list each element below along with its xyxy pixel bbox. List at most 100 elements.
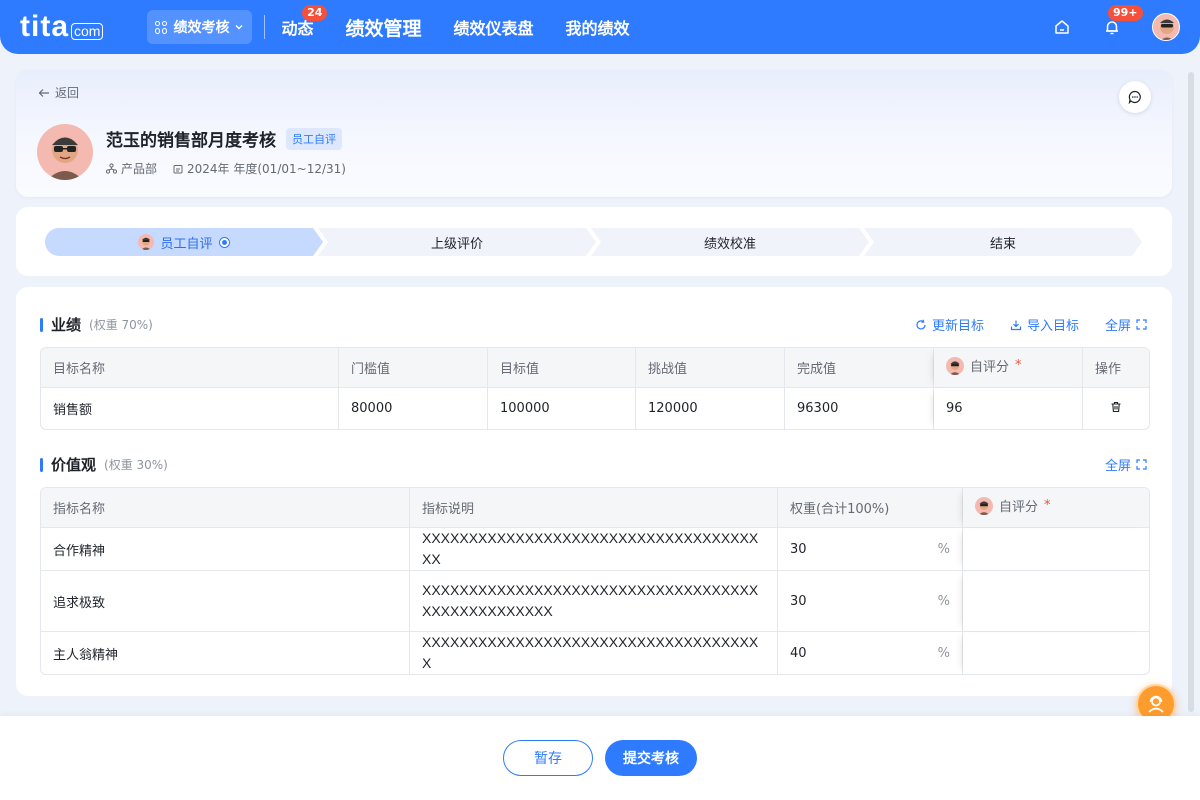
target-cell: 100000 — [488, 388, 636, 429]
home-button[interactable] — [1052, 17, 1072, 37]
notification-button[interactable]: 99+ — [1102, 5, 1143, 37]
review-steps: 员工自评 上级评价 绩效校准 结束 — [45, 228, 1142, 256]
import-goals-label: 导入目标 — [1026, 319, 1079, 334]
fullscreen-icon — [1136, 319, 1147, 330]
column-header-indicator-desc: 指标说明 — [410, 488, 778, 528]
page-scrollbar[interactable] — [1188, 72, 1194, 712]
column-header-challenge: 挑战值 — [636, 348, 785, 388]
current-step-indicator-icon — [219, 237, 230, 248]
self-score-input[interactable] — [963, 632, 1149, 674]
indicator-name-cell: 合作精神 — [41, 528, 410, 571]
calendar-icon — [173, 164, 183, 173]
table-row: 合作精神 XXXXXXXXXXXXXXXXXXXXXXXXXXXXXXXXXXX… — [41, 528, 1149, 571]
logo-main-text: tita — [20, 10, 69, 43]
weight-input[interactable]: 30% — [778, 528, 963, 571]
self-score-header-label: 自评分 — [970, 360, 1010, 376]
weight-input[interactable]: 40% — [778, 632, 963, 674]
self-score-input[interactable] — [963, 571, 1149, 632]
notification-count-badge: 99+ — [1108, 5, 1143, 21]
import-icon — [1010, 320, 1022, 330]
indicator-desc-cell: XXXXXXXXXXXXXXXXXXXXXXXXXXXXXXXXXXXXXXXX… — [410, 571, 778, 632]
module-switcher[interactable]: 绩效考核 — [147, 10, 253, 44]
self-score-input[interactable]: 96 — [934, 388, 1083, 429]
section-accent-bar — [40, 457, 43, 472]
tita-logo[interactable]: tita com — [20, 10, 104, 44]
review-progress-card: 员工自评 上级评价 绩效校准 结束 — [16, 207, 1172, 276]
self-score-input[interactable] — [963, 528, 1149, 571]
step-calibration[interactable]: 绩效校准 — [591, 228, 869, 256]
performance-goals-table: 目标名称 门槛值 目标值 挑战值 完成值 自评分 * 操作 销售额 80000 1… — [40, 347, 1150, 430]
back-link-label: 返回 — [55, 86, 80, 100]
table-row: 销售额 80000 100000 120000 96300 96 — [41, 388, 1149, 429]
step-self-review-label: 员工自评 — [160, 236, 213, 252]
indicator-desc-cell: XXXXXXXXXXXXXXXXXXXXXXXXXXXXXXXXXXXXX — [410, 632, 778, 674]
performance-fullscreen-button[interactable]: 全屏 — [1105, 315, 1147, 334]
avatar — [946, 356, 964, 375]
nav-item-feed-label: 动态 — [281, 19, 314, 38]
self-score-header: 自评分 * — [975, 496, 1051, 515]
required-marker: * — [1044, 498, 1051, 514]
user-avatar[interactable] — [1152, 13, 1180, 41]
threshold-cell: 80000 — [339, 388, 488, 429]
comments-button[interactable] — [1119, 81, 1151, 113]
weight-input[interactable]: 30% — [778, 571, 963, 632]
values-fullscreen-button[interactable]: 全屏 — [1105, 455, 1147, 474]
performance-section-weight: (权重 70%) — [89, 318, 153, 332]
submit-review-button[interactable]: 提交考核 — [605, 740, 697, 776]
required-marker: * — [1015, 358, 1022, 374]
employee-avatar — [37, 124, 93, 180]
step-avatar — [138, 234, 154, 250]
back-link[interactable]: 返回 — [38, 84, 79, 101]
chevron-down-icon — [235, 25, 243, 30]
column-header-threshold: 门槛值 — [339, 348, 488, 388]
avatar-illustration-icon — [978, 500, 990, 515]
nav-divider — [264, 15, 266, 39]
avatar — [975, 496, 993, 515]
table-header-row: 指标名称 指标说明 权重(合计100%) 自评分 * — [41, 488, 1149, 528]
table-header-row: 目标名称 门槛值 目标值 挑战值 完成值 自评分 * 操作 — [41, 348, 1149, 388]
percent-unit: % — [937, 541, 950, 557]
review-header-card: 返回 范玉的销售部月度考核 员工自评 产品部 2024年 年度(01/01~12… — [16, 70, 1172, 197]
refresh-goals-button[interactable]: 更新目标 — [915, 315, 984, 334]
refresh-goals-label: 更新目标 — [931, 319, 984, 334]
review-title-row: 范玉的销售部月度考核 员工自评 — [106, 126, 342, 151]
nav-item-performance-dashboard[interactable]: 绩效仪表盘 — [453, 15, 533, 39]
values-table: 指标名称 指标说明 权重(合计100%) 自评分 * 合作精神 XXXXXXXXX… — [40, 487, 1150, 675]
step-end[interactable]: 结束 — [864, 228, 1142, 256]
department-info: 产品部 — [106, 160, 157, 177]
import-goals-button[interactable]: 导入目标 — [1010, 315, 1079, 334]
column-header-actions: 操作 — [1083, 348, 1149, 388]
org-structure-icon — [106, 163, 117, 174]
percent-unit: % — [937, 593, 950, 609]
table-row: 追求极致 XXXXXXXXXXXXXXXXXXXXXXXXXXXXXXXXXXX… — [41, 571, 1149, 632]
goal-name-cell: 销售额 — [41, 388, 339, 429]
trash-icon[interactable] — [1110, 401, 1122, 413]
feed-count-badge: 24 — [302, 5, 328, 21]
percent-unit: % — [937, 645, 950, 661]
challenge-cell: 120000 — [636, 388, 785, 429]
logo-sub-text: com — [71, 23, 104, 40]
values-section-actions: 全屏 — [1105, 455, 1147, 474]
step-self-review[interactable]: 员工自评 — [45, 228, 323, 256]
column-header-weight: 权重(合计100%) — [778, 488, 963, 528]
step-manager-review[interactable]: 上级评价 — [318, 228, 596, 256]
row-actions-cell — [1083, 388, 1149, 429]
avatar-illustration-icon — [949, 360, 961, 375]
weight-value: 30 — [790, 593, 807, 609]
page-title: 范玉的销售部月度考核 — [106, 131, 276, 151]
home-icon — [1055, 20, 1069, 34]
column-header-self-score: 自评分 * — [934, 348, 1083, 388]
arrow-left-icon — [38, 88, 49, 97]
nav-item-feed[interactable]: 动态 24 — [281, 5, 328, 39]
nav-item-my-performance[interactable]: 我的绩效 — [566, 15, 630, 39]
avatar-illustration-icon — [47, 137, 83, 180]
stage-tag: 员工自评 — [286, 127, 342, 150]
performance-section-header: 业绩 (权重 70%) — [40, 314, 153, 335]
save-draft-button[interactable]: 暂存 — [503, 740, 593, 776]
department-label: 产品部 — [121, 162, 158, 176]
column-header-target: 目标值 — [488, 348, 636, 388]
indicator-name-cell: 主人翁精神 — [41, 632, 410, 674]
nav-item-performance-management[interactable]: 绩效管理 — [345, 14, 421, 41]
column-header-goal-name: 目标名称 — [41, 348, 339, 388]
period-info: 2024年 年度(01/01~12/31) — [173, 160, 346, 177]
